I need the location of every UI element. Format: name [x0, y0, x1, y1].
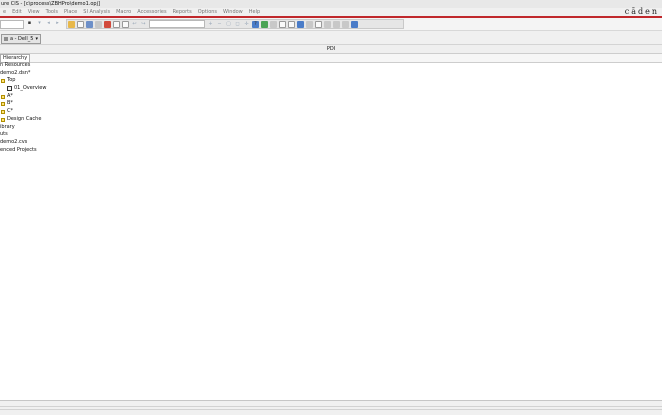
tree-item-top[interactable]: Top	[1, 77, 15, 84]
tree-item-label: 01_Overview	[14, 85, 47, 91]
menu-view[interactable]: View	[25, 9, 43, 15]
tree-item-label: Design Cache	[7, 116, 42, 122]
layout-icon[interactable]	[297, 20, 304, 28]
tree-item-label: Top	[7, 77, 16, 83]
tree-item-label: uts	[0, 131, 8, 137]
properties-icon[interactable]	[306, 20, 313, 28]
tree-item-page-b[interactable]: B*	[1, 100, 13, 107]
menu-options[interactable]: Options	[195, 9, 220, 15]
menu-edit[interactable]: Edit	[9, 9, 25, 15]
schematic-page-icon	[7, 86, 12, 91]
zoom-all-icon[interactable]: ◻	[234, 21, 241, 28]
tree-item-design-file[interactable]: demo2.dsn*	[0, 70, 30, 77]
brand-logo: cāden	[624, 7, 659, 16]
menu-reports[interactable]: Reports	[170, 9, 195, 15]
netlist-icon[interactable]	[261, 20, 268, 28]
tree-item-label: B*	[7, 100, 13, 106]
new-page-icon[interactable]	[77, 20, 84, 28]
bom-icon[interactable]	[288, 20, 295, 28]
save-icon[interactable]	[86, 20, 93, 28]
undo-icon[interactable]: ↩	[131, 21, 138, 28]
new-folder-icon[interactable]	[68, 20, 75, 28]
menu-accessories[interactable]: Accessories	[134, 9, 169, 15]
zoom-combo[interactable]	[149, 20, 205, 28]
tree-item-design-cache[interactable]: Design Cache	[1, 116, 41, 123]
folder-icon	[1, 78, 5, 83]
tree-item-label: demo2.dsn*	[0, 70, 31, 76]
tree-item-page-c[interactable]: C*	[1, 108, 13, 115]
tree-item-overview[interactable]: 01_Overview	[7, 85, 46, 92]
binoculars-icon[interactable]: ▪	[26, 20, 33, 27]
menu-window[interactable]: Window	[220, 9, 246, 15]
arrow-left-icon[interactable]: ◂	[45, 20, 52, 27]
zoom-out-icon[interactable]: −	[216, 21, 223, 28]
tree-item-label: ibrary	[0, 124, 15, 130]
cross-probe-icon[interactable]	[351, 20, 358, 28]
folder-icon	[1, 94, 5, 99]
status-bar	[0, 400, 662, 415]
drag-icon[interactable]	[333, 20, 340, 28]
tree-item-label: enced Projects	[0, 147, 37, 153]
annotate-icon[interactable]	[279, 20, 286, 28]
print-icon[interactable]	[95, 20, 102, 28]
zoom-in-icon[interactable]: +	[207, 21, 214, 28]
document-tab-bar: a - Dell_5 ▾	[0, 31, 662, 45]
tree-item-outputs-file[interactable]: demo2.cvs	[0, 139, 27, 146]
drc-icon[interactable]	[270, 20, 277, 28]
redo-icon[interactable]: ↪	[140, 21, 147, 28]
snap-grid-icon[interactable]	[315, 20, 322, 28]
tree-item-outputs[interactable]: uts	[0, 131, 8, 138]
menu-place[interactable]: Place	[61, 9, 80, 15]
project-view-tabs: Hierarchy	[0, 54, 662, 63]
tree-item-label: A*	[7, 93, 13, 99]
menu-macro[interactable]: Macro	[113, 9, 134, 15]
zoom-area-icon[interactable]: ▢	[225, 21, 232, 28]
hierarchy-icon[interactable]	[342, 20, 349, 28]
arrow-right-icon[interactable]: ▸	[54, 20, 61, 27]
folder-icon	[1, 101, 5, 106]
menu-help[interactable]: Help	[246, 9, 263, 15]
copy-icon[interactable]	[113, 20, 120, 28]
toolbar-group: ↩ ↪ + − ▢ ◻ ✛ ?	[66, 19, 404, 29]
project-icon	[4, 37, 8, 41]
tree-item-label: n Resources	[0, 62, 31, 68]
help-icon[interactable]: ?	[252, 20, 259, 28]
tree-item-label: C*	[7, 108, 13, 114]
tree-item-label: demo2.cvs	[0, 139, 28, 145]
menu-file[interactable]: e	[0, 9, 9, 15]
menu-si-analysis[interactable]: SI Analysis	[80, 9, 113, 15]
menu-tools[interactable]: Tools	[43, 9, 61, 15]
tree-item-page-a[interactable]: A*	[1, 93, 13, 100]
folder-icon	[1, 117, 5, 122]
chevron-down-icon[interactable]: ▾	[36, 20, 43, 27]
chevron-down-icon[interactable]: ▾	[35, 36, 38, 42]
document-tab[interactable]: a - Dell_5 ▾	[1, 34, 41, 44]
tree-item-library[interactable]: ibrary	[0, 124, 15, 131]
window-title: ure CIS - [c\process\ZBHPro\demo1.opj]	[1, 1, 100, 7]
document-tab-label: a - Dell_5	[10, 36, 34, 42]
folder-icon	[1, 109, 5, 114]
main-toolbar: ▪ ▾ ◂ ▸ ↩ ↪ + − ▢ ◻ ✛ ?	[0, 18, 662, 31]
status-divider	[0, 406, 662, 410]
tree-item-design-resources[interactable]: n Resources	[0, 62, 30, 69]
panel-title: PDI	[0, 45, 662, 54]
paste-icon[interactable]	[122, 20, 129, 28]
menu-bar: e Edit View Tools Place SI Analysis Macr…	[0, 8, 662, 18]
pan-icon[interactable]: ✛	[243, 21, 250, 28]
cut-icon[interactable]	[104, 20, 111, 28]
tree-item-referenced-projects[interactable]: enced Projects	[0, 147, 37, 154]
part-combo[interactable]	[0, 20, 24, 29]
area-select-icon[interactable]	[324, 20, 331, 28]
